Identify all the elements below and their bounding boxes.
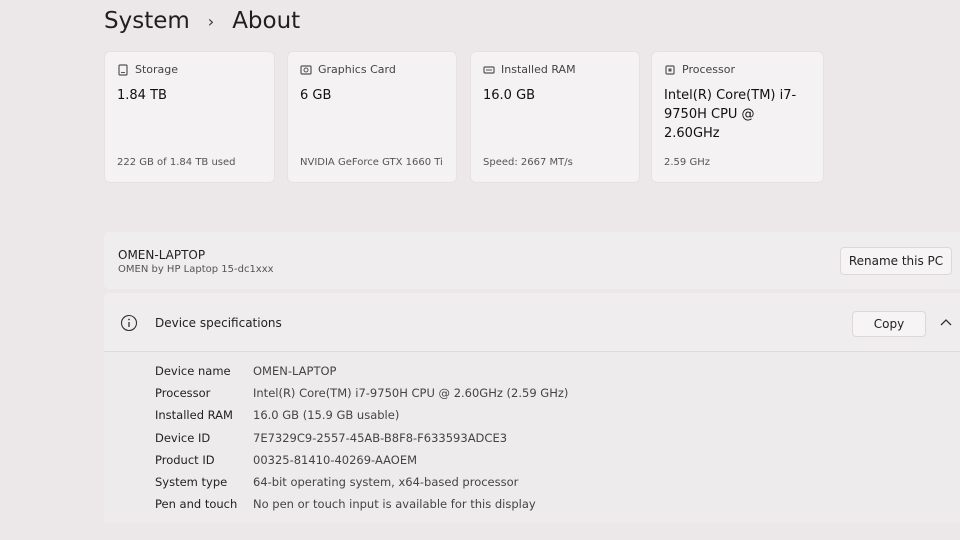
spec-key: System type — [155, 475, 228, 490]
card-label: Installed RAM — [501, 63, 576, 76]
graphics-card-icon — [300, 64, 312, 75]
spec-value: 16.0 GB (15.9 GB usable) — [253, 408, 400, 423]
card-value: Intel(R) Core(TM) i7-9750H CPU @ 2.60GHz — [664, 88, 797, 141]
device-specifications-body: Device name OMEN-LAPTOP Processor Intel(R)… — [104, 352, 960, 523]
card-sub: 222 GB of 1.84 TB used — [117, 157, 236, 168]
copy-button[interactable]: Copy — [852, 311, 926, 337]
card-label: Graphics Card — [318, 63, 396, 76]
device-specifications-header[interactable]: Device specifications Copy — [104, 293, 960, 352]
breadcrumb-parent[interactable]: System — [104, 8, 190, 34]
card-value: 1.84 TB — [117, 88, 167, 103]
device-specifications-title: Device specifications — [155, 316, 282, 330]
spec-key: Product ID — [155, 452, 215, 467]
card-sub: NVIDIA GeForce GTX 1660 Ti — [300, 157, 443, 168]
spec-row: Product ID 00325-81410-40269-AAOEM — [155, 449, 568, 471]
card-value: 6 GB — [300, 88, 332, 103]
spec-value: 64-bit operating system, x64-based proce… — [253, 475, 519, 490]
card-value: 16.0 GB — [483, 88, 536, 103]
page-title: About — [232, 8, 301, 34]
spec-key: Processor — [155, 386, 211, 401]
spec-rows: Device name OMEN-LAPTOP Processor Intel(R)… — [155, 360, 568, 515]
card-label: Storage — [135, 63, 179, 76]
spec-value: 7E7329C9-2557-45AB-B8F8-F633593ADCE3 — [253, 430, 508, 445]
spec-value: OMEN-LAPTOP — [253, 364, 337, 379]
spec-value: 00325-81410-40269-AAOEM — [253, 452, 418, 467]
chevron-up-icon[interactable] — [940, 318, 952, 326]
spec-row: Device name OMEN-LAPTOP — [155, 360, 568, 382]
spec-key: Device ID — [155, 430, 211, 445]
storage-icon — [118, 63, 128, 76]
spec-key: Device name — [155, 364, 231, 379]
info-icon — [120, 314, 138, 332]
spec-key: Pen and touch — [155, 497, 238, 512]
spec-value: No pen or touch input is available for t… — [253, 497, 536, 512]
pc-model: OMEN by HP Laptop 15-dc1xxx — [118, 264, 274, 275]
spec-value: Intel(R) Core(TM) i7-9750H CPU @ 2.60GHz… — [253, 386, 569, 401]
card-storage[interactable]: Storage 1.84 TB 222 GB of 1.84 TB used — [105, 52, 274, 182]
device-specifications-section: Device specifications Copy Device name OM… — [104, 293, 960, 523]
card-sub: Speed: 2667 MT/s — [483, 157, 573, 168]
processor-icon — [665, 64, 675, 75]
card-ram[interactable]: Installed RAM 16.0 GB Speed: 2667 MT/s — [471, 52, 639, 182]
ram-icon — [483, 65, 495, 74]
pc-name-row: OMEN-LAPTOP OMEN by HP Laptop 15-dc1xxx … — [104, 232, 960, 289]
spec-row: Device ID 7E7329C9-2557-45AB-B8F8-F633593… — [155, 427, 568, 449]
pc-name: OMEN-LAPTOP — [118, 248, 206, 262]
breadcrumb: System › About — [104, 2, 300, 40]
chevron-right-icon: › — [207, 11, 215, 31]
spec-row: Pen and touch No pen or touch input is av… — [155, 493, 568, 515]
spec-row: Processor Intel(R) Core(TM) i7-9750H CPU … — [155, 382, 568, 404]
card-sub: 2.59 GHz — [664, 157, 710, 168]
card-graphics[interactable]: Graphics Card 6 GB NVIDIA GeForce GTX 16… — [288, 52, 456, 182]
spec-row: Installed RAM 16.0 GB (15.9 GB usable) — [155, 404, 568, 426]
spec-row: System type 64-bit operating system, x64-… — [155, 471, 568, 493]
card-label: Processor — [682, 63, 735, 76]
spec-key: Installed RAM — [155, 408, 233, 423]
card-processor[interactable]: Processor Intel(R) Core(TM) i7-9750H CPU… — [652, 52, 823, 182]
rename-pc-button[interactable]: Rename this PC — [840, 247, 952, 275]
